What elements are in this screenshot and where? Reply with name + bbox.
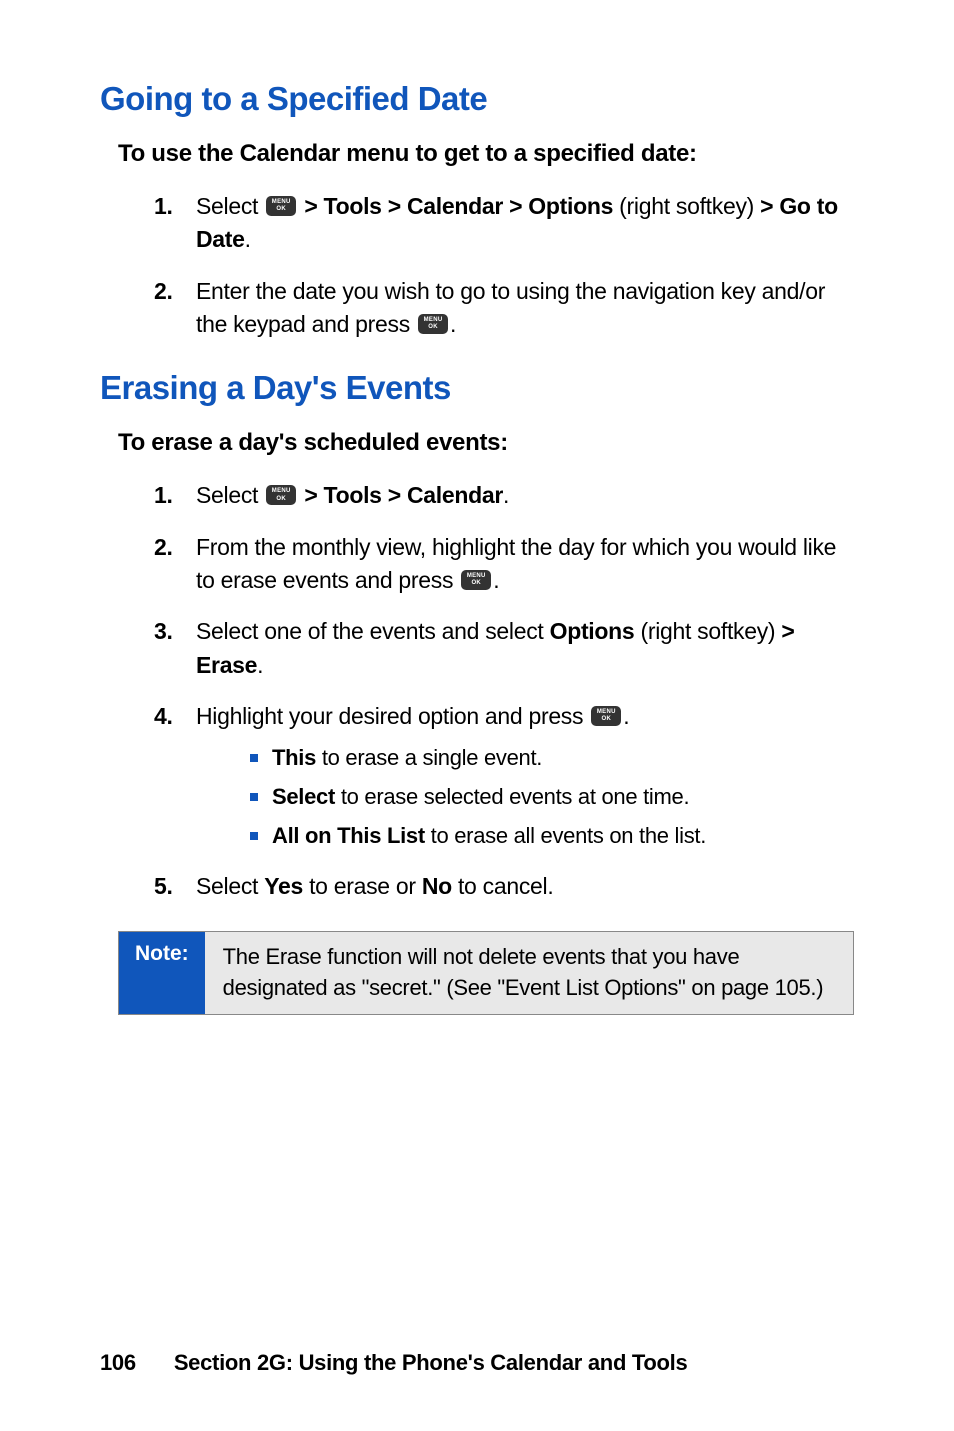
step-text: Select	[196, 873, 264, 899]
note-box: Note: The Erase function will not delete…	[118, 931, 854, 1015]
step-number: 5.	[154, 870, 173, 903]
step-text: From the monthly view, highlight the day…	[196, 534, 836, 593]
menu-ok-key-icon	[591, 706, 621, 726]
step-2-1: 1. Select > Tools > Calendar.	[154, 479, 854, 512]
bullet-text: to erase all events on the list.	[425, 823, 706, 848]
bullet-bold: All on This List	[272, 823, 425, 848]
step-number: 1.	[154, 190, 173, 223]
subheading-calendar-date: To use the Calendar menu to get to a spe…	[100, 140, 854, 168]
bullet-text: to erase a single event.	[316, 745, 542, 770]
step-text: Select	[196, 482, 264, 508]
step-number: 2.	[154, 275, 173, 308]
step-2-4-bullets: This to erase a single event. Select to …	[196, 743, 854, 851]
note-content: The Erase function will not delete event…	[205, 932, 853, 1014]
step-text: .	[257, 652, 263, 678]
bullet-text: to erase selected events at one time.	[335, 784, 689, 809]
step-text: .	[493, 567, 499, 593]
step-text: Highlight your desired option and press	[196, 703, 589, 729]
step-text: Select one of the events and select	[196, 618, 550, 644]
menu-ok-key-icon	[266, 485, 296, 505]
step-1-2: 2. Enter the date you wish to go to usin…	[154, 275, 854, 342]
step-text: (right softkey)	[613, 193, 760, 219]
step-number: 3.	[154, 615, 173, 648]
step-bold: No	[422, 873, 452, 899]
heading-erasing-events: Erasing a Day's Events	[100, 369, 854, 407]
step-text: Select	[196, 193, 264, 219]
step-text: to erase or	[303, 873, 422, 899]
page-footer: 106 Section 2G: Using the Phone's Calenda…	[100, 1350, 687, 1376]
page-number: 106	[100, 1350, 136, 1375]
step-2-3: 3. Select one of the events and select O…	[154, 615, 854, 682]
step-text: .	[503, 482, 509, 508]
heading-going-to-date: Going to a Specified Date	[100, 80, 854, 118]
step-bold: > Tools > Calendar > Options	[304, 193, 613, 219]
step-2-2: 2. From the monthly view, highlight the …	[154, 531, 854, 598]
bullet-select: Select to erase selected events at one t…	[250, 782, 854, 813]
step-number: 1.	[154, 479, 173, 512]
menu-ok-key-icon	[461, 570, 491, 590]
step-2-5: 5. Select Yes to erase or No to cancel.	[154, 870, 854, 903]
step-text: .	[245, 226, 251, 252]
step-text: (right softkey)	[634, 618, 781, 644]
bullet-bold: This	[272, 745, 316, 770]
bullet-bold: Select	[272, 784, 335, 809]
step-bold: > Tools > Calendar	[304, 482, 503, 508]
note-label: Note:	[119, 932, 205, 1014]
step-number: 2.	[154, 531, 173, 564]
step-2-4: 4. Highlight your desired option and pre…	[154, 700, 854, 852]
subheading-erase-events: To erase a day's scheduled events:	[100, 429, 854, 457]
step-text: Enter the date you wish to go to using t…	[196, 278, 825, 337]
step-text: .	[623, 703, 629, 729]
step-bold: Options	[550, 618, 635, 644]
section-title: Section 2G: Using the Phone's Calendar a…	[174, 1350, 688, 1375]
menu-ok-key-icon	[418, 314, 448, 334]
step-number: 4.	[154, 700, 173, 733]
menu-ok-key-icon	[266, 196, 296, 216]
step-1-1: 1. Select > Tools > Calendar > Options (…	[154, 190, 854, 257]
steps-erasing-events: 1. Select > Tools > Calendar. 2. From th…	[100, 479, 854, 903]
step-bold: Yes	[264, 873, 303, 899]
step-text: .	[450, 311, 456, 337]
step-text: to cancel.	[452, 873, 554, 899]
bullet-all-on-list: All on This List to erase all events on …	[250, 821, 854, 852]
steps-going-to-date: 1. Select > Tools > Calendar > Options (…	[100, 190, 854, 341]
bullet-this: This to erase a single event.	[250, 743, 854, 774]
